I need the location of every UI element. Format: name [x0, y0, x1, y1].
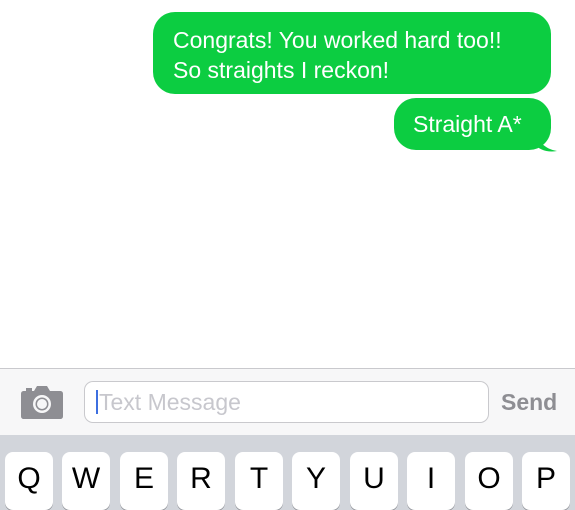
key-p[interactable]: P [522, 452, 570, 510]
message-text: Straight A* [413, 111, 522, 137]
text-caret [96, 390, 98, 414]
key-w[interactable]: W [62, 452, 110, 510]
key-y[interactable]: Y [292, 452, 340, 510]
key-r[interactable]: R [177, 452, 225, 510]
message-bubble[interactable]: Congrats! You worked hard too!! So strai… [153, 12, 551, 94]
message-placeholder: Text Message [99, 389, 241, 415]
keyboard: Q W E R T Y U I O P [0, 435, 575, 510]
message-thread: Congrats! You worked hard too!! So strai… [0, 0, 575, 368]
key-t[interactable]: T [235, 452, 283, 510]
key-e[interactable]: E [120, 452, 168, 510]
send-button[interactable]: Send [501, 390, 557, 414]
message-input[interactable]: Text Message [84, 381, 489, 423]
key-q[interactable]: Q [5, 452, 53, 510]
bubble-tail-icon [535, 131, 557, 152]
key-u[interactable]: U [350, 452, 398, 510]
message-text: So straights I reckon! [173, 57, 390, 83]
message-bubble[interactable]: Straight A* [394, 98, 551, 150]
message-text: Congrats! You worked hard too!! [173, 27, 502, 53]
camera-icon[interactable] [20, 385, 64, 419]
compose-bar: Text Message Send [0, 368, 575, 435]
key-o[interactable]: O [465, 452, 513, 510]
key-i[interactable]: I [407, 452, 455, 510]
